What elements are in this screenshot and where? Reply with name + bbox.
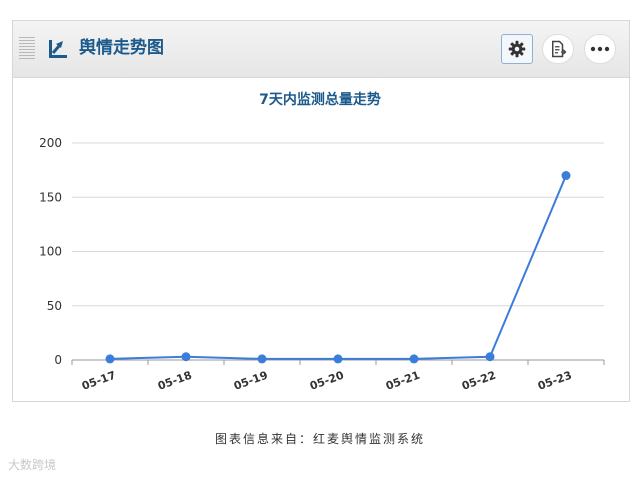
x-tick-label: 05-20 [308, 368, 346, 392]
y-tick-label: 150 [39, 190, 62, 204]
data-point-05-19[interactable] [257, 354, 267, 364]
data-point-05-20[interactable] [333, 354, 343, 364]
y-tick-label: 100 [39, 245, 62, 259]
source-note: 图表信息来自：红麦舆情监测系统 [214, 432, 425, 446]
x-tick-label: 05-17 [80, 369, 118, 393]
x-tick-label: 05-21 [384, 369, 422, 393]
x-tick-label: 05-22 [460, 369, 498, 393]
chart-title: 7天内监测总量走势 [259, 91, 381, 108]
x-tick-label: 05-19 [232, 369, 270, 393]
watermark: 大数跨境 [8, 458, 57, 472]
series-line [109, 175, 567, 360]
y-tick-label: 50 [47, 299, 62, 313]
y-tick-label: 0 [54, 353, 62, 367]
data-point-05-21[interactable] [409, 354, 419, 364]
y-tick-label: 200 [39, 136, 62, 150]
x-tick-label: 05-18 [156, 369, 194, 393]
x-tick-label: 05-23 [536, 369, 574, 393]
data-point-05-22[interactable] [485, 352, 495, 362]
data-point-05-17[interactable] [105, 354, 115, 364]
line-chart: 7天内监测总量走势 0 50 100 150 200 05-17 05-18 05-19 05… [39, 91, 605, 393]
data-point-05-23[interactable] [561, 171, 571, 181]
data-point-05-18[interactable] [181, 352, 191, 362]
